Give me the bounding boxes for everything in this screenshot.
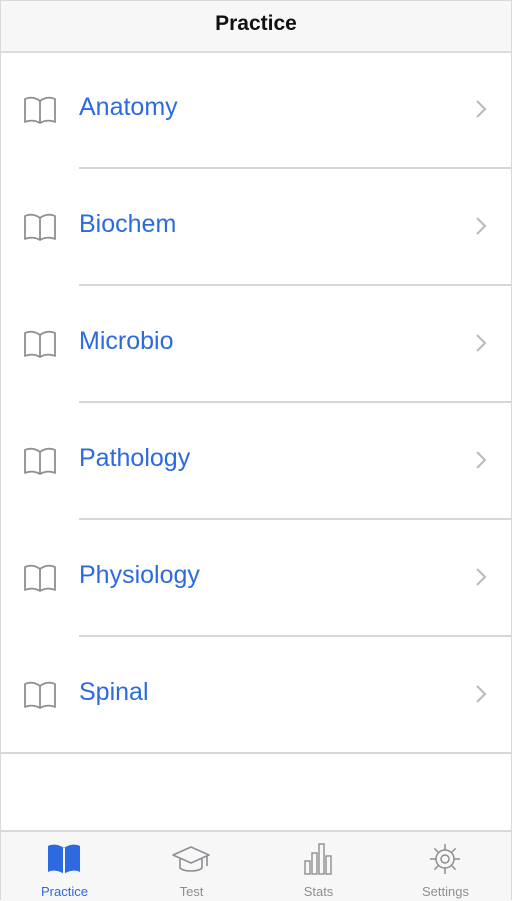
list-item-label: Pathology	[79, 444, 191, 472]
book-icon	[24, 564, 56, 592]
tab-label: Settings	[422, 884, 469, 899]
row-separator	[79, 167, 511, 169]
list-item-microbio[interactable]: Microbio	[1, 287, 511, 403]
list-item-pathology[interactable]: Pathology	[1, 404, 511, 520]
list-item-physiology[interactable]: Physiology	[1, 521, 511, 637]
chevron-right-icon	[476, 568, 487, 586]
list-item-biochem[interactable]: Biochem	[1, 170, 511, 286]
book-icon	[48, 844, 80, 874]
navigation-bar: Practice	[1, 1, 511, 53]
gear-icon	[430, 844, 460, 874]
tab-bar: Practice Test Stats Settings	[1, 830, 511, 901]
chevron-right-icon	[476, 100, 487, 118]
chevron-right-icon	[476, 334, 487, 352]
subject-list: Anatomy Biochem Microbio Pathology Physi…	[1, 53, 511, 754]
tab-label: Stats	[303, 884, 334, 899]
tab-test[interactable]: Test	[128, 832, 255, 901]
tab-stats[interactable]: Stats	[255, 832, 382, 901]
chevron-right-icon	[476, 451, 487, 469]
list-item-label: Anatomy	[79, 93, 178, 121]
tab-settings[interactable]: Settings	[382, 832, 509, 901]
book-icon	[24, 213, 56, 241]
list-item-anatomy[interactable]: Anatomy	[1, 53, 511, 169]
list-item-label: Spinal	[79, 678, 149, 706]
chevron-right-icon	[476, 217, 487, 235]
app-screen: Practice Anatomy Biochem Microbio Pathol…	[0, 0, 512, 901]
list-item-label: Microbio	[79, 327, 174, 355]
row-separator	[79, 284, 511, 286]
bar-chart-icon	[304, 843, 332, 875]
tab-practice[interactable]: Practice	[1, 832, 128, 901]
chevron-right-icon	[476, 685, 487, 703]
tab-label: Practice	[41, 884, 88, 899]
tab-label: Test	[179, 884, 204, 899]
list-item-label: Biochem	[79, 210, 177, 238]
row-separator	[79, 635, 511, 637]
list-item-label: Physiology	[79, 561, 200, 589]
row-separator	[1, 752, 511, 754]
book-icon	[24, 330, 56, 358]
row-separator	[79, 401, 511, 403]
book-icon	[24, 96, 56, 124]
book-icon	[24, 681, 56, 709]
book-icon	[24, 447, 56, 475]
graduation-cap-icon	[172, 846, 210, 872]
list-item-spinal[interactable]: Spinal	[1, 638, 511, 754]
row-separator	[79, 518, 511, 520]
page-title: Practice	[215, 12, 297, 35]
